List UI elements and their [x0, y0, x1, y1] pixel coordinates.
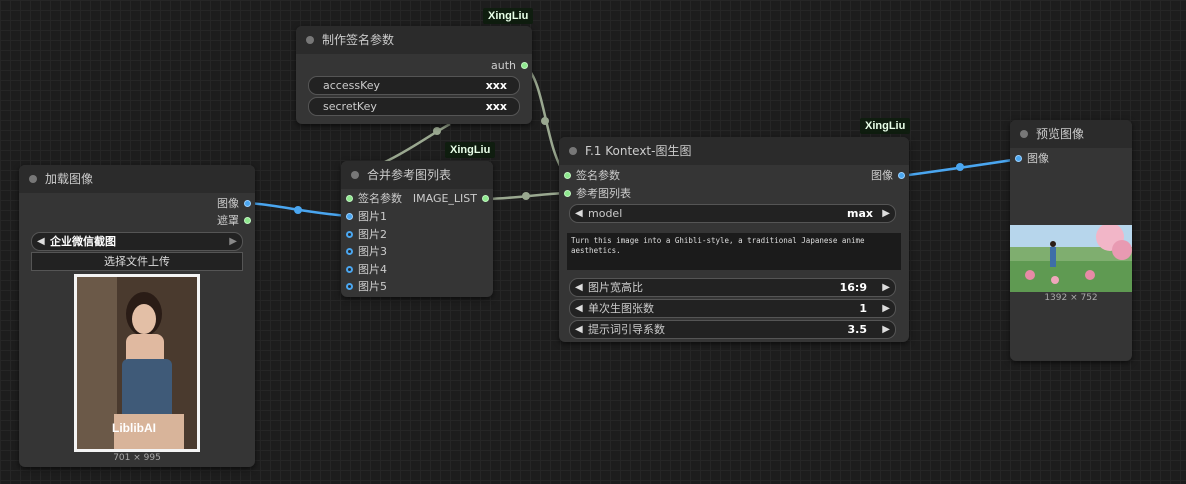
- node-title-text: 预览图像: [1036, 127, 1085, 141]
- aspect-ratio-combo[interactable]: ◀ 图片宽高比 16:9 ▶: [569, 278, 896, 297]
- watermark-text: LiblibAI: [112, 421, 156, 435]
- output-image-label: 图像: [217, 197, 239, 210]
- secretkey-field[interactable]: secretKey xxx: [308, 97, 520, 116]
- input-sign-label: 签名参数: [358, 192, 402, 205]
- xingliu-badge-merge: XingLiu: [445, 142, 496, 158]
- node-title[interactable]: 加载图像: [19, 165, 255, 193]
- merge-list-node[interactable]: 合并参考图列表 签名参数 IMAGE_LIST 图片1 图片2 图片3 图片4 …: [341, 161, 493, 297]
- node-title[interactable]: 合并参考图列表: [341, 161, 493, 189]
- model-value: max: [847, 207, 873, 220]
- input-image-label: 图像: [1027, 152, 1049, 165]
- input-sign-pin[interactable]: [346, 195, 353, 202]
- node-title-text: 制作签名参数: [322, 33, 395, 47]
- input-image1-pin[interactable]: [346, 213, 353, 220]
- image-size-text: 1392 × 752: [1044, 293, 1098, 303]
- portrait-image: LiblibAI: [77, 277, 197, 449]
- prev-arrow-icon[interactable]: ◀: [575, 205, 583, 222]
- input-image4-label: 图片4: [358, 263, 387, 276]
- upload-button[interactable]: 选择文件上传: [31, 252, 243, 271]
- xingliu-badge-kontext: XingLiu: [860, 118, 911, 134]
- input-image-pin[interactable]: [1015, 155, 1022, 162]
- input-ref-list-pin[interactable]: [564, 190, 571, 197]
- node-title-text: 加载图像: [45, 172, 94, 186]
- secretkey-value: xxx: [485, 100, 507, 113]
- output-image-label: 图像: [871, 169, 893, 182]
- collapse-dot-icon[interactable]: [1020, 130, 1028, 138]
- node-title-text: F.1 Kontext-图生图: [585, 144, 692, 158]
- collapse-dot-icon[interactable]: [569, 147, 577, 155]
- next-arrow-icon[interactable]: ▶: [882, 321, 890, 338]
- input-image4-pin[interactable]: [346, 266, 353, 273]
- prev-arrow-icon[interactable]: ◀: [575, 279, 583, 296]
- input-image3-pin[interactable]: [346, 248, 353, 255]
- output-image-list-label: IMAGE_LIST: [412, 192, 477, 205]
- output-image-list-pin[interactable]: [482, 195, 489, 202]
- model-combo[interactable]: ◀ model max ▶: [569, 204, 896, 223]
- xingliu-badge-sign: XingLiu: [483, 8, 534, 24]
- output-image-pin[interactable]: [244, 200, 251, 207]
- accesskey-value: xxx: [485, 79, 507, 92]
- input-image5-pin[interactable]: [346, 283, 353, 290]
- input-image5-label: 图片5: [358, 280, 387, 293]
- collapse-dot-icon[interactable]: [29, 175, 37, 183]
- accesskey-label: accessKey: [323, 79, 381, 92]
- input-image3-label: 图片3: [358, 245, 387, 258]
- aspect-ratio-label: 图片宽高比: [588, 281, 643, 294]
- guidance-value: 3.5: [847, 323, 868, 336]
- preview-image-node[interactable]: 预览图像 图像 1392 × 752: [1010, 120, 1132, 361]
- image-size-text: 701 × 995: [113, 453, 161, 463]
- next-arrow-icon[interactable]: ▶: [882, 300, 890, 317]
- input-sign-label: 签名参数: [576, 169, 620, 182]
- image-preview: LiblibAI: [74, 274, 200, 452]
- node-title[interactable]: 预览图像: [1010, 120, 1132, 148]
- node-title[interactable]: 制作签名参数: [296, 26, 532, 54]
- output-mask-label: 遮罩: [217, 214, 239, 227]
- node-title-text: 合并参考图列表: [367, 168, 452, 182]
- aspect-ratio-value: 16:9: [839, 281, 867, 294]
- prev-arrow-icon[interactable]: ◀: [575, 300, 583, 317]
- kontext-node[interactable]: F.1 Kontext-图生图 签名参数 参考图列表 图像 ◀ model ma…: [559, 137, 909, 342]
- model-label: model: [588, 207, 623, 220]
- image-count-label: 单次生图张数: [588, 302, 654, 315]
- collapse-dot-icon[interactable]: [351, 171, 359, 179]
- next-arrow-icon[interactable]: ▶: [882, 279, 890, 296]
- output-auth-pin[interactable]: [521, 62, 528, 69]
- preview-output-image: [1010, 225, 1132, 292]
- input-image2-label: 图片2: [358, 228, 387, 241]
- output-auth-label: auth: [491, 59, 516, 72]
- prompt-textarea[interactable]: Turn this image into a Ghibli-style, a t…: [567, 233, 901, 270]
- output-image-pin[interactable]: [898, 172, 905, 179]
- file-select-combo[interactable]: ◀ 企业微信截图_17537805812673.... ▶: [31, 232, 243, 265]
- prev-arrow-icon[interactable]: ◀: [37, 233, 45, 250]
- prev-arrow-icon[interactable]: ◀: [575, 321, 583, 338]
- collapse-dot-icon[interactable]: [306, 36, 314, 44]
- image-count-value: 1: [859, 302, 867, 315]
- sign-params-node[interactable]: 制作签名参数 auth accessKey xxx secretKey xxx: [296, 26, 532, 124]
- guidance-stepper[interactable]: ◀ 提示词引导系数 3.5 ▶: [569, 320, 896, 339]
- guidance-label: 提示词引导系数: [588, 323, 665, 336]
- input-ref-list-label: 参考图列表: [576, 187, 631, 200]
- image-count-stepper[interactable]: ◀ 单次生图张数 1 ▶: [569, 299, 896, 318]
- output-mask-pin[interactable]: [244, 217, 251, 224]
- next-arrow-icon[interactable]: ▶: [882, 205, 890, 222]
- secretkey-label: secretKey: [323, 100, 377, 113]
- input-sign-pin[interactable]: [564, 172, 571, 179]
- node-title[interactable]: F.1 Kontext-图生图: [559, 137, 909, 165]
- input-image2-pin[interactable]: [346, 231, 353, 238]
- load-image-node[interactable]: 加载图像 图像 遮罩 ◀ 企业微信截图_17537805812673.... ▶…: [19, 165, 255, 467]
- input-image1-label: 图片1: [358, 210, 387, 223]
- next-arrow-icon[interactable]: ▶: [229, 233, 237, 250]
- accesskey-field[interactable]: accessKey xxx: [308, 76, 520, 95]
